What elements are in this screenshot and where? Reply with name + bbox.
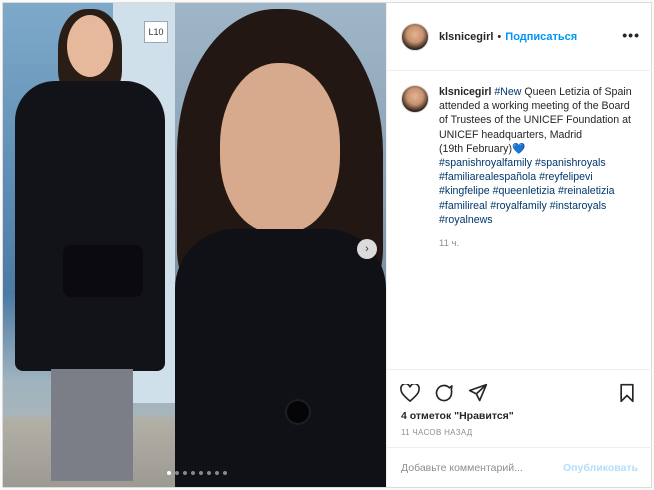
post-side-panel: klsnicegirl • Подписаться ••• klsnicegir… (386, 3, 652, 487)
hashtag-link[interactable]: #instaroyals (550, 200, 607, 212)
hashtag-link[interactable]: #reyfelipevi (539, 171, 593, 183)
handbag (63, 245, 143, 297)
caption-text: klsnicegirl #New Queen Letizia of Spain … (439, 85, 639, 251)
door-sign: L10 (144, 21, 168, 43)
next-slide-button[interactable]: › (357, 239, 377, 259)
carousel-dot (199, 471, 203, 475)
photo-full-length: L10 (3, 3, 175, 487)
hashtag-link[interactable]: #reinaletizia (558, 185, 615, 197)
comment-box: Добавьте комментарий... Опубликовать (387, 447, 652, 487)
carousel-dot (215, 471, 219, 475)
face (220, 63, 340, 233)
caption-username-link[interactable]: klsnicegirl (439, 86, 491, 98)
action-icons (399, 382, 489, 404)
avatar[interactable] (401, 22, 429, 51)
carousel-dot (207, 471, 211, 475)
hashtag-link[interactable]: #spanishroyalfamily (439, 157, 532, 169)
caption: klsnicegirl #New Queen Letizia of Spain … (401, 85, 641, 251)
bookmark-icon[interactable] (616, 382, 638, 404)
share-icon[interactable] (467, 382, 489, 404)
caption-time: 11 ч. (439, 238, 460, 250)
action-bar: 4 отметок "Нравится" 11 ЧАСОВ НАЗАД (387, 369, 652, 447)
username-link[interactable]: klsnicegirl (439, 31, 493, 43)
post-header: klsnicegirl • Подписаться ••• (387, 3, 652, 71)
likes-count[interactable]: 4 отметок "Нравится" (401, 410, 514, 422)
hashtag-link[interactable]: #New (494, 86, 521, 98)
hashtag-link[interactable]: #royalnews (439, 214, 493, 226)
hashtag-link[interactable]: #queenletizia (493, 185, 555, 197)
black-coat (175, 229, 386, 487)
heart-icon[interactable] (399, 382, 421, 404)
carousel-dot (223, 471, 227, 475)
publish-button[interactable]: Опубликовать (563, 462, 638, 474)
carousel-dot (167, 471, 171, 475)
comment-input[interactable]: Добавьте комментарий... (401, 462, 563, 474)
hashtag-link[interactable]: #royalfamily (490, 200, 547, 212)
coat-button (287, 401, 309, 423)
face (67, 15, 113, 77)
post-media[interactable]: L10 › (3, 3, 386, 487)
hashtag-link[interactable]: #spanishroyals (535, 157, 606, 169)
comment-icon[interactable] (433, 382, 455, 404)
checked-trousers (51, 369, 133, 481)
carousel-dot (175, 471, 179, 475)
caption-date: (19th February) (439, 142, 513, 155)
more-icon[interactable]: ••• (622, 27, 640, 43)
carousel-dot (183, 471, 187, 475)
hashtag-link[interactable]: #familiarealespañola (439, 171, 536, 183)
blue-heart-emoji: 💙 (512, 142, 526, 155)
photo-portrait (175, 3, 386, 487)
instagram-post: L10 › klsnicegirl • Подписаться ••• klsn… (2, 2, 652, 488)
carousel-dots (167, 471, 227, 475)
hashtag-list: #spanishroyalfamily #spanishroyals #fami… (439, 157, 615, 226)
black-coat (15, 81, 165, 371)
carousel-dot (191, 471, 195, 475)
chevron-right-icon: › (365, 243, 369, 255)
hashtag-link[interactable]: #familireal (439, 200, 487, 212)
avatar[interactable] (401, 85, 429, 113)
follow-button[interactable]: Подписаться (505, 31, 577, 43)
hashtag-link[interactable]: #kingfelipe (439, 185, 490, 197)
separator-dot: • (497, 30, 502, 43)
post-date: 11 ЧАСОВ НАЗАД (401, 428, 473, 437)
